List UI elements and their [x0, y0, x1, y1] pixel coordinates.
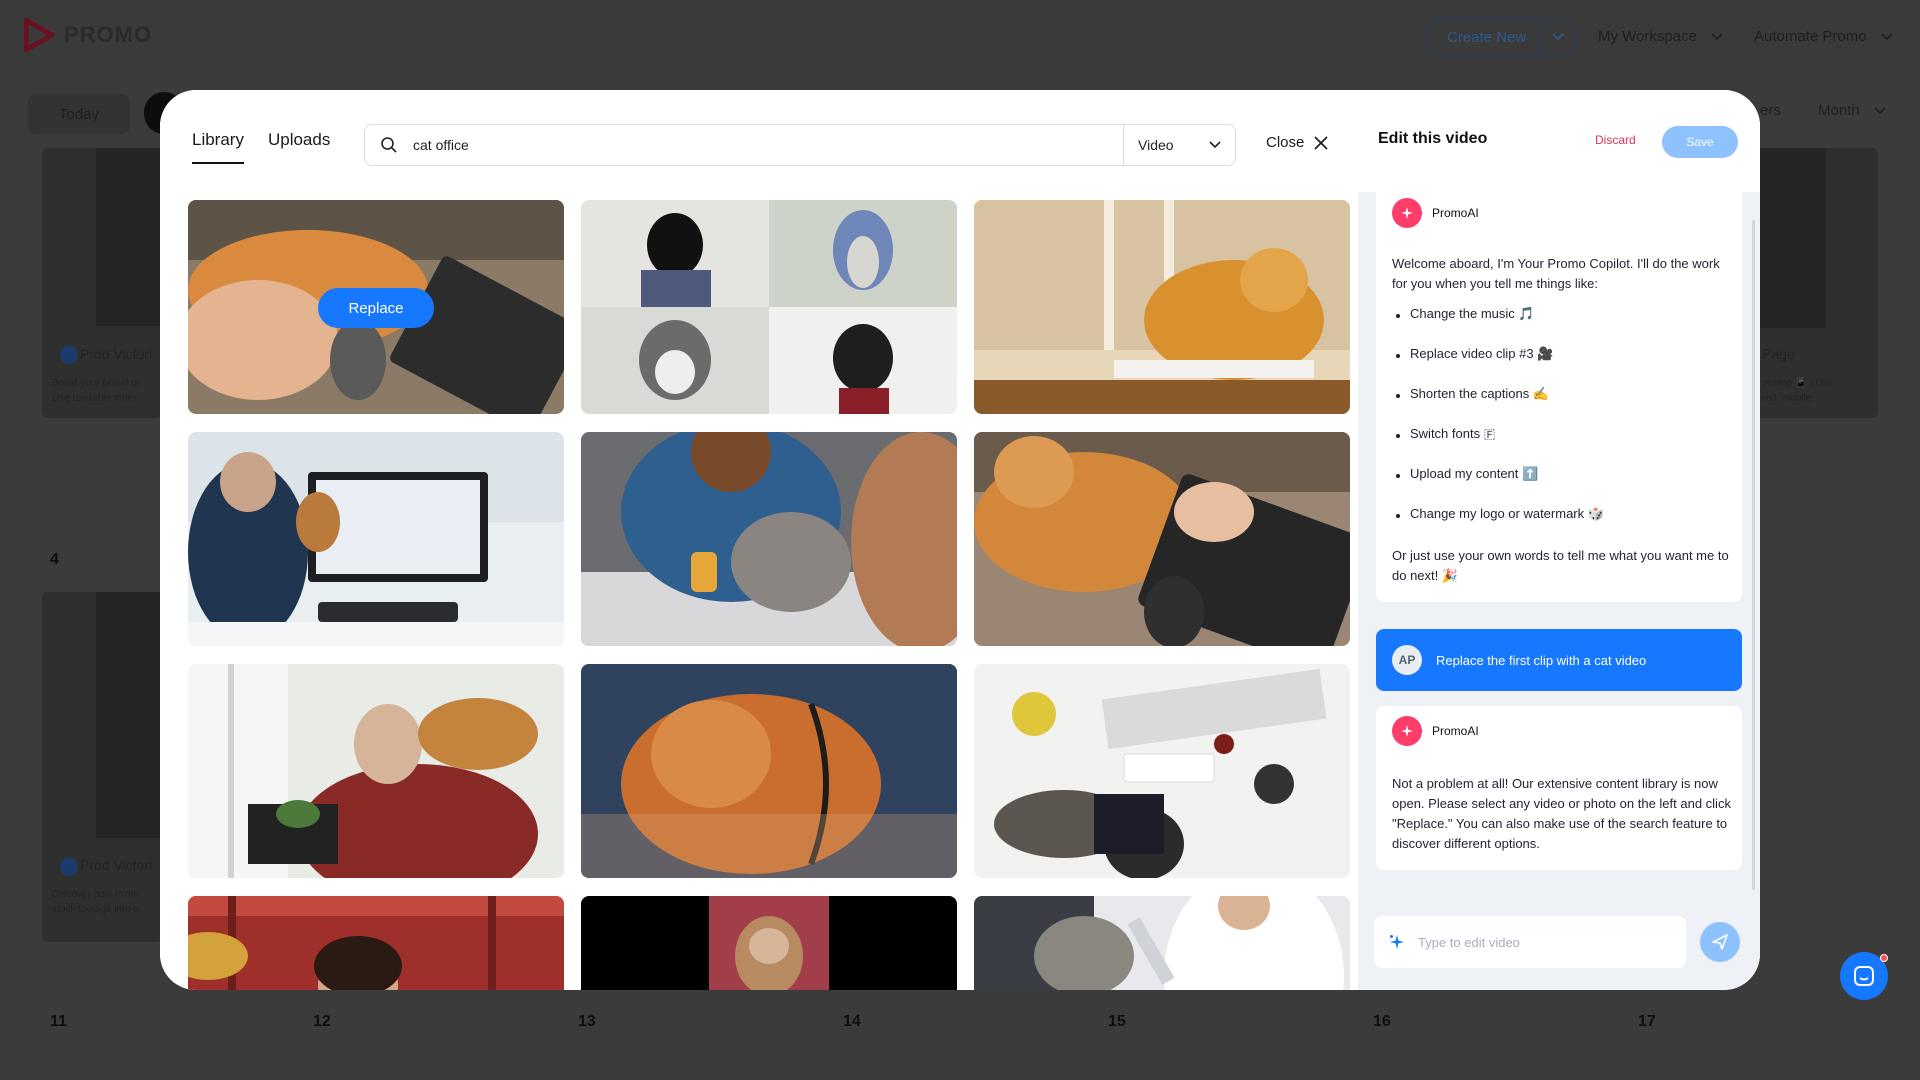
suggestion-item: Upload my content ⬆️: [1396, 466, 1538, 482]
brand-name: PROMO: [64, 22, 153, 47]
suggestion-item: Replace video clip #3 🎥: [1396, 346, 1553, 362]
day-number: 13: [578, 1013, 596, 1030]
edit-video-input[interactable]: [1418, 934, 1658, 950]
filters-label[interactable]: ers: [1760, 102, 1781, 119]
post-account-name: Prod Victori: [80, 857, 153, 873]
ai-sender: PromoAI: [1392, 198, 1479, 228]
day-number: 16: [1373, 1013, 1391, 1030]
post-description: Discover how Prom stock footage into e: [52, 889, 139, 915]
media-tile-desk-top-view-cat[interactable]: [974, 664, 1350, 878]
day-number: 15: [1108, 1013, 1126, 1030]
search-icon: [365, 125, 413, 165]
post-description: onstop 📱 | Use red, mobile: [1762, 378, 1834, 404]
edit-panel-header: Edit this video Discard Save: [1358, 90, 1760, 192]
support-chat-button[interactable]: [1840, 952, 1888, 1000]
chevron-down-icon: [1881, 33, 1893, 41]
media-tile-vet-at-computer[interactable]: [188, 432, 564, 646]
create-new-button[interactable]: Create New: [1426, 18, 1576, 56]
library-search: Video: [364, 124, 1236, 166]
chat-icon: [1854, 966, 1874, 986]
create-new-label: Create New: [1447, 28, 1527, 46]
media-tile-man-with-cat-on-shoulder[interactable]: [188, 664, 564, 878]
library-tabs: Library Uploads: [192, 130, 330, 164]
day-number: 17: [1638, 1013, 1656, 1030]
chevron-down-icon: [1711, 33, 1723, 41]
close-label: Close: [1266, 134, 1305, 151]
suggestion-item: Switch fonts 🇫: [1396, 426, 1495, 442]
my-workspace-label: My Workspace: [1598, 28, 1697, 45]
chevron-down-icon[interactable]: [1539, 19, 1575, 55]
facebook-icon: [60, 858, 78, 876]
sparkle-icon: [1392, 198, 1422, 228]
post-thumbnail: [96, 592, 162, 838]
edit-panel-title: Edit this video: [1378, 130, 1488, 147]
send-button[interactable]: [1700, 922, 1740, 962]
play-logo-icon: [23, 17, 55, 53]
notification-dot: [1880, 954, 1888, 962]
month-label: Month: [1818, 102, 1860, 119]
ai-sender: PromoAI: [1392, 716, 1479, 746]
edit-input-bar: [1374, 916, 1686, 968]
post-account-name: Prod Victori: [80, 346, 153, 362]
closing-text: Or just use your own words to tell me wh…: [1392, 548, 1729, 583]
day-number: 12: [313, 1013, 331, 1030]
post-thumbnail: [1756, 148, 1826, 328]
tab-uploads[interactable]: Uploads: [268, 130, 330, 164]
suggestion-item: Change my logo or watermark 🎲: [1396, 506, 1604, 522]
edit-video-panel: Edit this video Discard Save PromoAI Wel…: [1358, 90, 1760, 990]
panel-scrollbar[interactable]: [1752, 220, 1755, 890]
media-tile-pets-in-costumes-grid[interactable]: [581, 200, 957, 414]
chevron-down-icon: [1874, 107, 1886, 115]
tab-library[interactable]: Library: [192, 130, 244, 164]
media-tile-ginger-cat-on-desk[interactable]: [974, 200, 1350, 414]
media-tile-woman-in-red-room[interactable]: [188, 896, 564, 990]
post-thumbnail: [96, 148, 162, 326]
welcome-text: Welcome aboard, I'm Your Promo Copilot. …: [1392, 256, 1720, 291]
edit-video-modal: Library Uploads Video Close: [160, 90, 1760, 990]
save-button[interactable]: Save: [1662, 126, 1738, 158]
media-tile-vet-holding-maine-coon[interactable]: [581, 664, 957, 878]
content-library: Library Uploads Video Close: [160, 90, 1362, 990]
promo-logo[interactable]: PROMO: [23, 17, 153, 53]
month-selector[interactable]: Month: [1818, 102, 1886, 119]
automate-promo-menu[interactable]: Automate Promo: [1754, 28, 1893, 45]
suggestion-item: Change the music 🎵: [1396, 306, 1535, 322]
search-input[interactable]: [413, 137, 1113, 153]
ai-name: PromoAI: [1432, 724, 1479, 738]
post-description: Boost your brand re Use relatable mom: [52, 378, 140, 404]
media-tile-kitten-on-blanket[interactable]: [581, 896, 957, 990]
suggestion-item: Shorten the captions ✍️: [1396, 386, 1549, 402]
user-message-text: Replace the first clip with a cat video: [1436, 652, 1647, 668]
sparkle-icon: [1392, 716, 1422, 746]
media-type-select[interactable]: Video: [1123, 125, 1235, 165]
today-button[interactable]: Today: [28, 94, 130, 134]
facebook-icon: [60, 346, 78, 364]
media-tile-vet-with-cat-and-pills[interactable]: [581, 432, 957, 646]
media-grid: Replace: [188, 200, 1350, 990]
close-icon: [1314, 135, 1328, 150]
ai-reply-text: Not a problem at all! Our extensive cont…: [1392, 776, 1731, 851]
close-button[interactable]: Close: [1266, 134, 1328, 151]
my-workspace-menu[interactable]: My Workspace: [1598, 28, 1723, 45]
send-icon: [1712, 934, 1728, 950]
avatar: AP: [1392, 645, 1422, 675]
sparkle-icon: [1390, 935, 1404, 949]
day-number: 14: [843, 1013, 861, 1030]
discard-button[interactable]: Discard: [1595, 133, 1636, 147]
media-tile-cat-on-laptop-keyboard[interactable]: [974, 432, 1350, 646]
app-topbar: PROMO Create New My Workspace Automate P…: [0, 0, 1920, 74]
media-type-value: Video: [1138, 137, 1174, 153]
ai-name: PromoAI: [1432, 206, 1479, 220]
automate-promo-label: Automate Promo: [1754, 28, 1867, 45]
chevron-down-icon: [1209, 141, 1221, 149]
ai-message-reply: PromoAI Not a problem at all! Our extens…: [1376, 706, 1742, 870]
media-tile-cat-at-vet-exam[interactable]: [974, 896, 1350, 990]
media-tile-cat-with-keyboard[interactable]: Replace: [188, 200, 564, 414]
post-title: Page: [1762, 346, 1795, 362]
ai-message-welcome: PromoAI Welcome aboard, I'm Your Promo C…: [1376, 192, 1742, 602]
day-number: 4: [50, 551, 59, 568]
day-number: 11: [50, 1013, 67, 1030]
replace-button[interactable]: Replace: [318, 288, 434, 328]
user-message: AP Replace the first clip with a cat vid…: [1376, 629, 1742, 691]
